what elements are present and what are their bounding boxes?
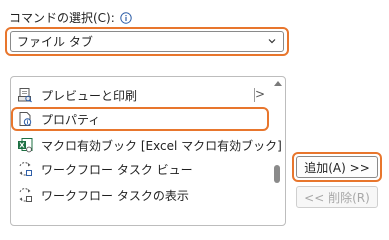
list-item-label: ワークフロー タスクの表示 [41, 188, 189, 203]
command-select-value: ファイル タブ [17, 35, 93, 49]
workflow-task-view-icon [19, 162, 32, 176]
scroll-thumb[interactable] [274, 165, 280, 183]
list-item[interactable]: プレビューと印刷 > [11, 83, 269, 107]
list-item-label: マクロ有効ブック [Excel マクロ有効ブック] [41, 138, 282, 153]
scroll-up-arrow-icon[interactable] [274, 81, 282, 86]
list-item[interactable]: X マクロ有効ブック [Excel マクロ有効ブック] [11, 133, 282, 157]
workflow-task-display-icon [19, 188, 32, 202]
remove-button[interactable]: << 削除(R) [296, 186, 378, 208]
svg-text:X: X [19, 142, 25, 150]
print-preview-icon [18, 88, 32, 103]
command-select-label-row: コマンドの選択(C): [9, 9, 132, 26]
list-scrollbar[interactable] [271, 77, 285, 225]
chevron-down-icon [268, 39, 276, 44]
selected-item-highlight [11, 107, 269, 131]
list-item-label: プレビューと印刷 [41, 88, 138, 103]
info-icon[interactable] [120, 11, 132, 24]
list-item[interactable]: ワークフロー タスクの表示 [11, 183, 269, 207]
add-button[interactable]: 追加(A) >> [296, 156, 378, 178]
command-select-label: コマンドの選択(C): [9, 11, 115, 25]
command-select-dropdown[interactable]: ファイル タブ [10, 31, 284, 52]
submenu-arrow-icon[interactable]: > [255, 87, 265, 101]
excel-macro-workbook-icon: X [18, 138, 33, 153]
command-list[interactable]: プレビューと印刷 > プロパティ X マクロ有効ブック [Excel マクロ有効… [10, 76, 286, 226]
customize-commands-panel: コマンドの選択(C): ファイル タブ プレビューと印刷 > プロパティ X マ… [0, 0, 389, 226]
list-item-label: ワークフロー タスク ビュー [41, 162, 193, 177]
list-item[interactable]: ワークフロー タスク ビュー [11, 157, 269, 181]
